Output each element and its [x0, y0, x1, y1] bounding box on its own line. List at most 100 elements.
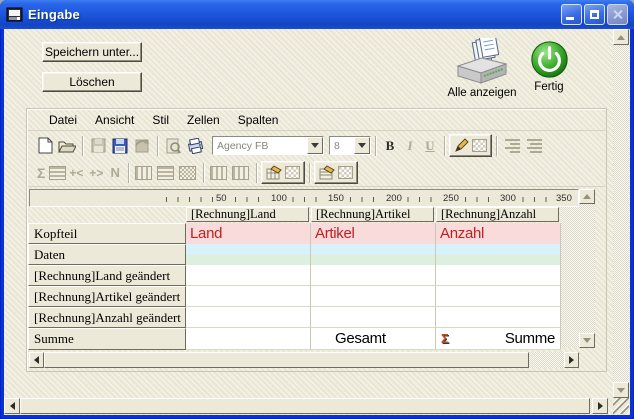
toolbar-separator — [203, 163, 204, 183]
cell-landg-anzahl[interactable] — [436, 265, 561, 286]
menu-zellen[interactable]: Zellen — [178, 111, 229, 129]
toolbar-separator — [444, 136, 445, 156]
cell-summe-anzahl[interactable]: Σ Summe — [436, 328, 561, 350]
show-all-label: Alle anzeigen — [447, 87, 516, 99]
save-button-disabled — [87, 135, 109, 157]
cell-artg-anzahl[interactable] — [436, 286, 561, 307]
text-color-button[interactable] — [449, 134, 492, 157]
row-fill-button[interactable] — [314, 161, 358, 184]
table-vertical-scrollbar[interactable] — [579, 189, 595, 348]
row-header-summe[interactable]: Summe — [28, 328, 186, 350]
scroll-right-button[interactable] — [592, 398, 608, 414]
cell-artg-land[interactable] — [186, 286, 311, 307]
ruler-label: 250 — [441, 193, 461, 204]
font-size-select[interactable]: 8 — [329, 136, 371, 155]
cell-kopfteil-anzahl[interactable]: Anzahl — [436, 223, 561, 244]
cell-daten-anzahl[interactable] — [436, 244, 561, 265]
minimize-button[interactable] — [561, 4, 582, 25]
column-table-button-disabled — [133, 162, 155, 184]
arrow-right-icon — [598, 402, 603, 410]
row-header-kopfteil[interactable]: Kopfteil — [28, 223, 186, 244]
menu-spalten[interactable]: Spalten — [229, 111, 288, 129]
titlebar[interactable]: Eingabe — [0, 0, 634, 29]
underline-button-disabled: U — [420, 138, 440, 154]
window-vertical-scrollbar[interactable] — [613, 29, 629, 398]
column-header-artikel[interactable]: [Rechnung]Artikel — [311, 207, 434, 222]
fill-swatch — [285, 166, 300, 179]
open-button[interactable] — [56, 135, 78, 157]
cell-anzg-artikel[interactable] — [311, 307, 436, 328]
window-horizontal-scrollbar[interactable] — [4, 398, 608, 414]
floppy-blue-icon — [112, 138, 128, 154]
insert-after-button-disabled: +> — [89, 166, 103, 180]
cell-summe-artikel[interactable]: Gesamt — [311, 328, 436, 350]
maximize-button[interactable] — [584, 4, 605, 25]
scrollbar-thumb[interactable] — [44, 352, 529, 368]
table-filler — [561, 207, 579, 347]
arrow-up-icon — [617, 35, 625, 40]
toolbar-separator — [309, 163, 310, 183]
cell-anzg-anzahl[interactable] — [436, 307, 561, 328]
pattern-table-button-disabled — [177, 162, 199, 184]
new-page-icon — [38, 137, 53, 154]
print-button[interactable] — [184, 135, 206, 157]
bold-button[interactable]: B — [380, 138, 400, 154]
layout-table: [Rechnung]Land [Rechnung]Artikel [Rechnu… — [28, 207, 579, 348]
table-pattern-icon — [179, 166, 196, 180]
scroll-left-button[interactable] — [29, 352, 44, 368]
cell-daten-artikel[interactable] — [311, 244, 436, 265]
row-header-land-geaendert[interactable]: [Rechnung]Land geändert — [28, 265, 186, 286]
printer-icon — [454, 38, 510, 85]
scroll-up-button[interactable] — [579, 189, 595, 204]
table-horizontal-scrollbar[interactable] — [29, 352, 579, 368]
cell-artg-artikel[interactable] — [311, 286, 436, 307]
scroll-left-button[interactable] — [4, 398, 20, 414]
font-size-dropdown-button[interactable] — [354, 137, 370, 154]
scroll-down-button[interactable] — [613, 382, 629, 398]
show-all-button[interactable]: Alle anzeigen — [437, 38, 527, 99]
cell-fill-button[interactable] — [261, 161, 305, 184]
toolbar-separator — [128, 163, 129, 183]
resize-grip[interactable] — [613, 398, 629, 414]
row-table-button-disabled — [155, 162, 177, 184]
row-header-daten[interactable]: Daten — [28, 244, 186, 265]
summe-value: Summe — [449, 330, 560, 347]
table-rows-icon — [157, 166, 174, 180]
column-header-anzahl[interactable]: [Rechnung]Anzahl — [436, 207, 559, 222]
cell-landg-land[interactable] — [186, 265, 311, 286]
done-button[interactable]: Fertig — [523, 40, 575, 93]
table-rows-icon — [49, 166, 66, 180]
cell-kopfteil-land[interactable]: Land — [186, 223, 311, 244]
done-label: Fertig — [534, 81, 563, 93]
scroll-right-button[interactable] — [564, 352, 579, 368]
scrollbar-thumb[interactable] — [20, 398, 590, 414]
cells-toolbar: Σ +< +> N — [28, 159, 605, 187]
cell-anzg-land[interactable] — [186, 307, 311, 328]
scroll-up-button[interactable] — [613, 29, 629, 45]
row-header-anzahl-geaendert[interactable]: [Rechnung]Anzahl geändert — [28, 307, 186, 328]
app-icon — [6, 7, 23, 23]
sum-function-button-disabled: Σ — [37, 165, 45, 181]
cell-daten-land[interactable] — [186, 244, 311, 265]
close-icon — [612, 9, 623, 20]
font-family-select[interactable]: Agency FB — [212, 136, 324, 155]
menu-stil[interactable]: Stil — [143, 111, 178, 129]
client-area: Speichern unter... Löschen Alle anzeigen — [4, 29, 630, 415]
cell-landg-artikel[interactable] — [311, 265, 436, 286]
cell-kopfteil-artikel[interactable]: Artikel — [311, 223, 436, 244]
ruler-label: 150 — [326, 193, 346, 204]
save-all-button[interactable] — [109, 135, 131, 157]
menubar: Datei Ansicht Stil Zellen Spalten — [28, 110, 605, 131]
column-header-land[interactable]: [Rechnung]Land — [186, 207, 309, 222]
scroll-down-button[interactable] — [579, 333, 595, 348]
align-lines-icon — [527, 139, 542, 153]
cell-summe-land[interactable] — [186, 328, 311, 350]
save-as-button[interactable]: Speichern unter... — [42, 42, 142, 62]
font-family-dropdown-button[interactable] — [307, 137, 323, 154]
delete-button[interactable]: Löschen — [42, 72, 142, 92]
menu-datei[interactable]: Datei — [40, 111, 86, 129]
menu-ansicht[interactable]: Ansicht — [86, 111, 143, 129]
maximize-icon — [590, 10, 599, 19]
new-document-button[interactable] — [34, 135, 56, 157]
row-header-artikel-geaendert[interactable]: [Rechnung]Artikel geändert — [28, 286, 186, 307]
